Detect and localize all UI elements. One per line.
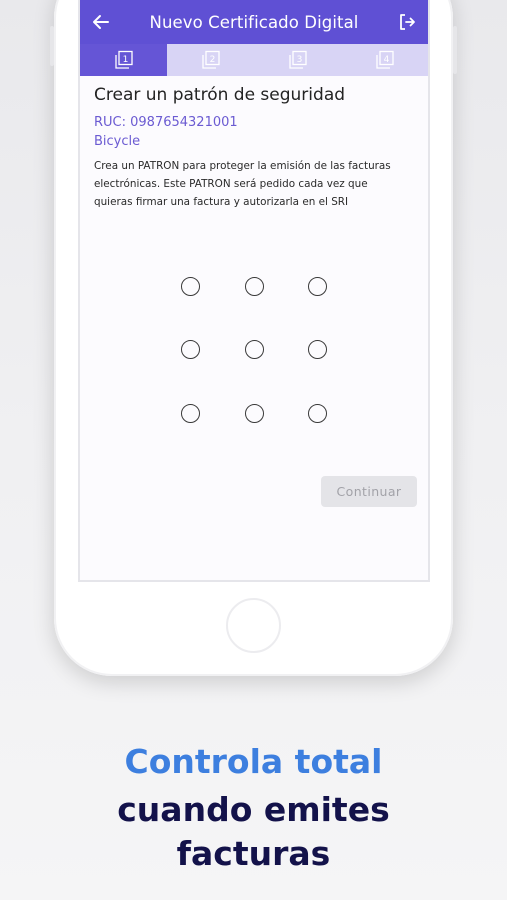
- step-3-number: 3: [296, 55, 302, 65]
- step-4-icon: 4: [375, 50, 394, 69]
- step-2-number: 2: [209, 55, 215, 65]
- logout-icon: [400, 14, 415, 30]
- phone-power-button: [453, 26, 457, 74]
- tab-step-4[interactable]: 4: [341, 44, 428, 76]
- page-title: Crear un patrón de seguridad: [94, 85, 346, 105]
- logout-button[interactable]: [392, 13, 416, 31]
- tab-step-1[interactable]: 1: [80, 44, 167, 76]
- business-name: Bicycle: [94, 134, 141, 149]
- pattern-dot[interactable]: [308, 277, 327, 296]
- step-tabs: 1 2 3 4: [80, 44, 428, 76]
- step-1-number: 1: [122, 55, 128, 65]
- home-button[interactable]: [226, 598, 281, 653]
- back-button[interactable]: [92, 14, 116, 30]
- pattern-dot[interactable]: [181, 277, 200, 296]
- pattern-description: Crea un PATRON para proteger la emisión …: [94, 160, 391, 208]
- phone-screen: Nuevo Certificado Digital 1 2 3 4 Crear …: [78, 0, 430, 582]
- step-1-icon: 1: [114, 50, 133, 69]
- arrow-left-icon: [93, 15, 109, 29]
- pattern-dot[interactable]: [181, 340, 200, 359]
- step-2-icon: 2: [201, 50, 220, 69]
- pattern-dot[interactable]: [308, 404, 327, 423]
- step-4-number: 4: [383, 55, 389, 65]
- promo-headline-line-3: facturas: [176, 834, 331, 873]
- promo-headline-line-2: cuando emites: [117, 790, 390, 829]
- tab-step-2[interactable]: 2: [167, 44, 254, 76]
- ruc-value: RUC: 0987654321001: [94, 115, 238, 130]
- promo-headline-line-1: Controla total: [124, 742, 383, 781]
- pattern-dot[interactable]: [245, 404, 264, 423]
- phone-side-button: [50, 26, 54, 66]
- form-content: Crear un patrón de seguridad RUC: 098765…: [80, 85, 428, 211]
- app-bar: Nuevo Certificado Digital: [80, 0, 428, 44]
- step-3-icon: 3: [288, 50, 307, 69]
- pattern-dot[interactable]: [245, 277, 264, 296]
- pattern-dot[interactable]: [181, 404, 200, 423]
- pattern-dot[interactable]: [245, 340, 264, 359]
- continue-button[interactable]: Continuar: [321, 476, 417, 507]
- app-bar-title: Nuevo Certificado Digital: [149, 12, 359, 32]
- tab-step-3[interactable]: 3: [254, 44, 341, 76]
- pattern-dot[interactable]: [308, 340, 327, 359]
